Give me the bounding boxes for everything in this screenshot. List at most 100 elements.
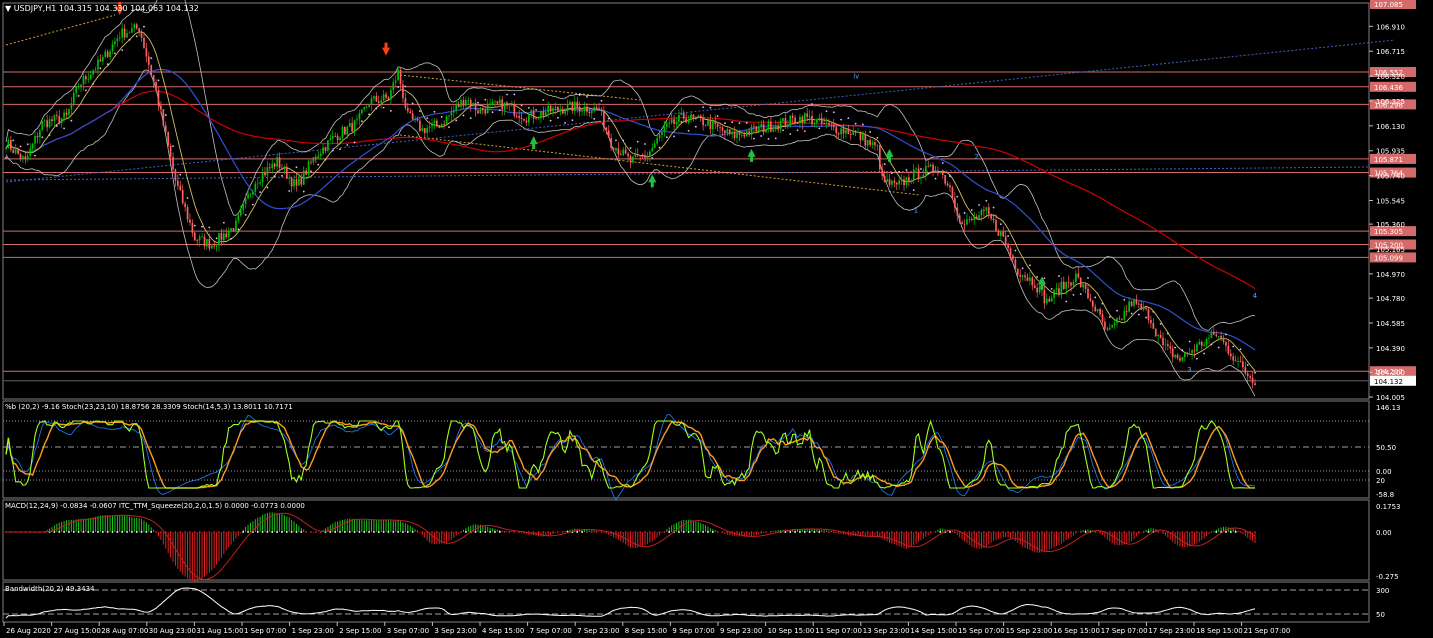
candle-body [252, 191, 254, 195]
squeeze-dot [1094, 531, 1097, 533]
psar-dot [999, 223, 1002, 226]
bandwidth-panel[interactable] [2, 581, 1370, 623]
candle-body [835, 127, 838, 134]
candle-body [508, 105, 511, 107]
psar-dot [5, 156, 7, 159]
squeeze-dot [866, 531, 869, 533]
candle-body [644, 156, 646, 158]
candle-body [387, 97, 390, 100]
candle-body [254, 183, 257, 192]
candle-body [845, 129, 847, 134]
candle-body [370, 98, 373, 105]
squeeze-dot [862, 531, 864, 533]
squeeze-dot [489, 531, 491, 533]
squeeze-dot [155, 531, 157, 533]
candle-body [259, 182, 262, 184]
squeeze-dot [658, 531, 661, 533]
squeeze-dot [290, 531, 293, 533]
candle-body [1084, 284, 1087, 289]
macd-axis-label: -0.275 [1376, 573, 1399, 581]
candle-body [266, 167, 269, 176]
macd-panel[interactable] [2, 499, 1370, 581]
psar-dot [1254, 371, 1256, 374]
candle-body [941, 172, 944, 175]
candle-body [1060, 281, 1063, 295]
candle-body [307, 161, 310, 175]
squeeze-dot [552, 531, 554, 533]
candle-body [1104, 321, 1106, 329]
squeeze-dot [987, 531, 990, 533]
candle-body [615, 148, 617, 151]
osc-axis-label: 50.50 [1376, 444, 1396, 452]
squeeze-dot [920, 531, 922, 533]
psar-dot [1072, 293, 1075, 296]
candle-body [903, 179, 905, 186]
squeeze-dot [242, 531, 245, 533]
trading-chart[interactable]: 106.552106.436106.298105.871105.764105.3… [0, 0, 1433, 638]
candle-body [358, 113, 361, 120]
candle-body [949, 185, 951, 188]
psar-dot [1101, 302, 1104, 305]
candle-body [823, 123, 825, 125]
candle-body [719, 126, 721, 128]
psar-dot [41, 136, 44, 139]
psar-dot [288, 190, 291, 192]
candle-body [1111, 325, 1114, 328]
candle-body [230, 228, 232, 232]
psar-dot [818, 127, 821, 130]
main-price-panel[interactable] [2, 2, 1370, 400]
squeeze-dot [82, 531, 85, 533]
psar-dot [48, 134, 51, 136]
oscillator-panel[interactable] [2, 400, 1370, 499]
squeeze-dot [407, 531, 409, 533]
psar-dot [934, 177, 937, 180]
psar-dot [1217, 346, 1220, 349]
candle-body [1196, 344, 1198, 352]
candle-body [469, 99, 472, 107]
wave-label: 4 [1253, 292, 1258, 300]
candle-body [131, 28, 133, 33]
candle-body [92, 70, 94, 75]
candle-body [750, 126, 753, 135]
squeeze-dot [271, 531, 274, 533]
psar-dot [281, 174, 283, 177]
price-label: 104.200 [1376, 369, 1405, 377]
candle-body [898, 180, 901, 185]
wave-label: iv [853, 73, 859, 81]
candle-body [772, 129, 775, 132]
squeeze-dot [905, 531, 908, 533]
squeeze-dot [992, 531, 995, 533]
squeeze-dot [557, 531, 559, 533]
candle-body [484, 110, 487, 114]
psar-dot [869, 131, 872, 133]
price-label: 106.130 [1376, 123, 1405, 131]
candle-body [290, 177, 293, 187]
psar-dot [644, 143, 646, 145]
psar-dot [222, 221, 225, 224]
candle-body [864, 134, 867, 146]
squeeze-dot [305, 531, 307, 533]
candle-body [513, 104, 516, 116]
candle-body [586, 106, 588, 112]
psar-dot [404, 85, 407, 88]
candle-body [147, 56, 150, 65]
psar-dot [1196, 357, 1198, 360]
psar-dot [898, 170, 901, 173]
candle-body [961, 222, 963, 224]
trend-line-gold-3 [399, 134, 921, 196]
psar-dot [1246, 364, 1249, 366]
level-tag-text: 105.099 [1374, 254, 1403, 262]
candle-body [436, 120, 438, 126]
candle-body [929, 164, 932, 167]
candle-body [762, 124, 765, 133]
candle-body [329, 138, 332, 141]
squeeze-dot [315, 531, 317, 533]
squeeze-dot [213, 531, 215, 533]
wave-label: 2 [974, 153, 978, 161]
squeeze-dot [581, 531, 583, 533]
candle-body [1179, 357, 1181, 361]
candle-body [121, 28, 124, 38]
time-label: 9 Sep 23:00 [720, 627, 762, 635]
candle-body [791, 115, 794, 118]
psar-dot [201, 225, 203, 228]
